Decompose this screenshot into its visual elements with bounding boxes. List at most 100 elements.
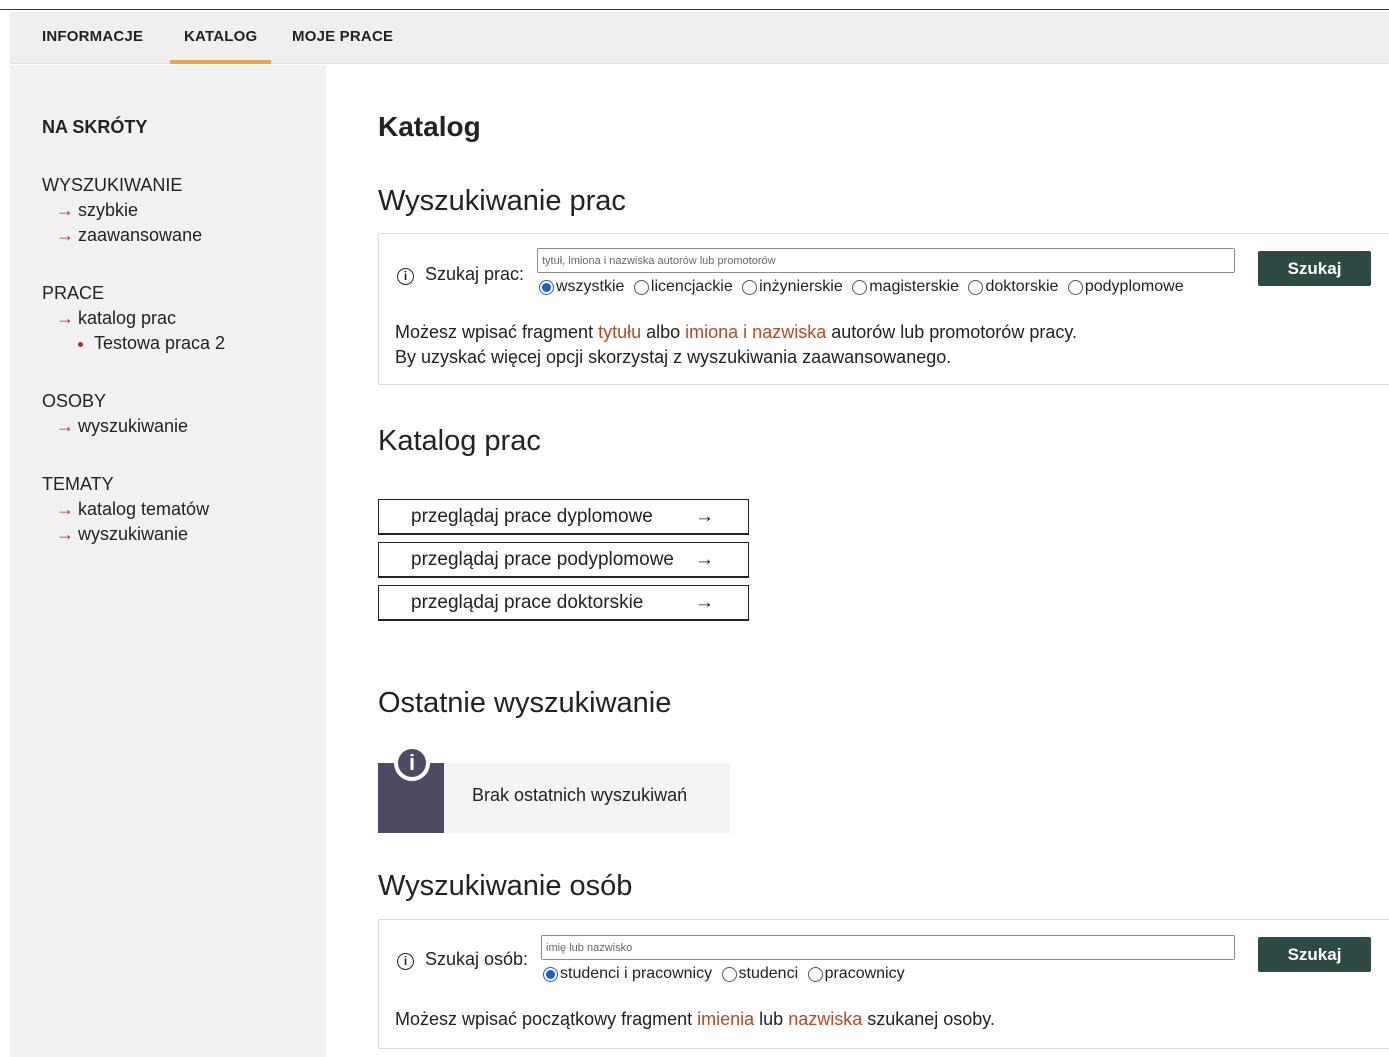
hint-text: lub [754,1009,789,1029]
arrow-right-icon: → [56,499,74,519]
arrow-right-icon: → [695,549,714,570]
works-search-input[interactable] [537,248,1235,273]
radio-circle [807,966,823,982]
sidebar-head-wyszukiwanie: WYSZUKIWANIE [42,175,183,195]
sidebar-item-label: Testowa praca 2 [94,333,226,353]
sidebar-item-label: szybkie [78,200,139,220]
radio-circle [1067,279,1083,295]
radio-label: licencjackie [650,278,733,295]
recent-search-empty: i Brak ostatnich wyszukiwań [378,745,730,833]
browse-label: przeglądaj prace doktorskie [411,592,644,613]
top-edge [0,0,1389,12]
top-nav: INFORMACJE KATALOG MOJE PRACE [10,12,1389,64]
sidebar-item-katalog-tematow[interactable]: → katalog tematów [42,497,209,522]
radio-label: studenci i pracownicy [560,965,713,982]
sidebar-head-osoby: OSOBY [42,391,107,411]
sidebar-head-tematy: TEMATY [42,474,114,494]
radio-label: magisterskie [869,278,960,295]
radio-studenci-i-pracownicy[interactable]: studenci i pracownicy [543,965,712,983]
radio-label: doktorskie [985,278,1059,295]
radio-label: podyplomowe [1084,278,1184,295]
works-search-hint-line2: By uzyskać więcej opcji skorzystaj z wys… [395,347,952,367]
sidebar-item-label: zaawansowane [78,225,203,245]
arrow-right-icon: → [56,200,74,220]
radio-label: inżynierskie [759,278,843,295]
radio-studenci[interactable]: studenci [721,965,798,983]
radio-magisterskie[interactable]: magisterskie [852,278,959,296]
sidebar-head-prace: PRACE [42,283,105,303]
hint-text: szukanej osoby. [862,1009,995,1029]
people-search-panel: i Szukaj osób: studenci i pracownicy stu… [378,919,1389,1049]
sidebar-item-tematy-wyszukiwanie[interactable]: → wyszukiwanie [42,522,209,547]
info-icon[interactable]: i [397,268,414,285]
hint-text: albo [641,322,686,342]
hint-text: Możesz wpisać początkowy fragment [395,1009,698,1029]
sidebar-item-label: wyszukiwanie [78,416,189,436]
tab-moje-prace[interactable]: MOJE PRACE [292,12,393,64]
radio-circle [852,279,868,295]
browse-diploma-button[interactable]: przeglądaj prace dyplomowe → [378,499,749,535]
sidebar: NA SKRÓTY WYSZUKIWANIE → szybkie → zaawans… [10,65,326,1057]
sidebar-title: NA SKRÓTY [42,117,148,137]
arrow-right-icon: → [695,592,714,613]
radio-circle [543,966,558,982]
sidebar-item-osoby-wyszukiwanie[interactable]: → wyszukiwanie [42,414,188,439]
browse-postgraduate-button[interactable]: przeglądaj prace podyplomowe → [378,542,749,578]
recent-search-heading: Ostatnie wyszukiwanie [378,687,672,719]
sidebar-item-label: katalog tematów [78,499,210,519]
radio-pracownicy[interactable]: pracownicy [807,965,905,983]
page-title: Katalog [378,111,481,142]
people-search-button[interactable]: Szukaj [1258,937,1371,972]
radio-label: wszystkie [556,278,625,295]
hint-text: autorów lub promotorów pracy. [826,322,1077,342]
sidebar-group-tematy: TEMATY → katalog tematów → wyszukiwanie [42,472,209,547]
people-search-input[interactable] [541,935,1235,960]
top-divider [0,9,1389,10]
works-search-label: Szukaj prac: [425,264,525,284]
tab-katalog[interactable]: KATALOG [169,12,272,64]
radio-circle [721,966,737,982]
hint-highlight-names: imiona i nazwiska [685,322,827,342]
radio-licencjackie[interactable]: licencjackie [633,278,733,296]
radio-podyplomowe[interactable]: podyplomowe [1067,278,1184,296]
radio-circle [633,279,649,295]
browse-label: przeglądaj prace podyplomowe [411,549,674,570]
works-search-hint-line1: Możesz wpisać fragment tytułu albo imion… [395,320,1077,345]
radio-circle [539,279,554,295]
radio-doktorskie[interactable]: doktorskie [968,278,1058,296]
radio-label: pracownicy [824,965,905,982]
arrow-right-icon: → [56,308,74,328]
radio-wszystkie[interactable]: wszystkie [539,278,624,296]
people-type-radios: studenci i pracownicy studenci pracownic… [543,965,910,987]
info-icon[interactable]: i [397,953,414,970]
sidebar-item-katalog-prac[interactable]: → katalog prac [42,306,225,331]
sidebar-item-zaawansowane[interactable]: → zaawansowane [42,223,202,248]
arrow-right-icon: → [56,225,74,245]
hint-text: Możesz wpisać fragment [395,322,599,342]
arrow-right-icon: → [695,506,714,527]
hint-highlight-title: tytułu [598,322,642,342]
browse-label: przeglądaj prace dyplomowe [411,506,653,527]
radio-circle [742,279,758,295]
info-icon: i [394,745,430,781]
works-search-heading: Wyszukiwanie prac [378,185,626,217]
radio-circle [968,279,984,295]
people-search-hint: Możesz wpisać początkowy fragment imieni… [395,1007,995,1032]
sidebar-group-prace: PRACE → katalog prac Testowa praca 2 [42,281,225,356]
browse-doctoral-button[interactable]: przeglądaj prace doktorskie → [378,585,749,621]
sidebar-item-szybkie[interactable]: → szybkie [42,198,202,223]
sidebar-subitem-testowa-praca[interactable]: Testowa praca 2 [42,331,225,356]
sidebar-group-osoby: OSOBY → wyszukiwanie [42,389,188,439]
works-search-button[interactable]: Szukaj [1258,251,1371,286]
sidebar-item-label: katalog prac [78,308,177,328]
people-search-label: Szukaj osób: [425,949,529,969]
arrow-right-icon: → [56,416,74,436]
hint-highlight-first-name: imienia [697,1009,755,1029]
tab-informacje[interactable]: INFORMACJE [42,12,143,64]
sidebar-group-wyszukiwanie: WYSZUKIWANIE → szybkie → zaawansowane [42,173,202,248]
bullet-icon [78,342,83,347]
radio-inzynierskie[interactable]: inżynierskie [742,278,843,296]
catalog-heading: Katalog prac [378,425,541,457]
people-search-heading: Wyszukiwanie osób [378,870,633,902]
arrow-right-icon: → [56,524,74,544]
